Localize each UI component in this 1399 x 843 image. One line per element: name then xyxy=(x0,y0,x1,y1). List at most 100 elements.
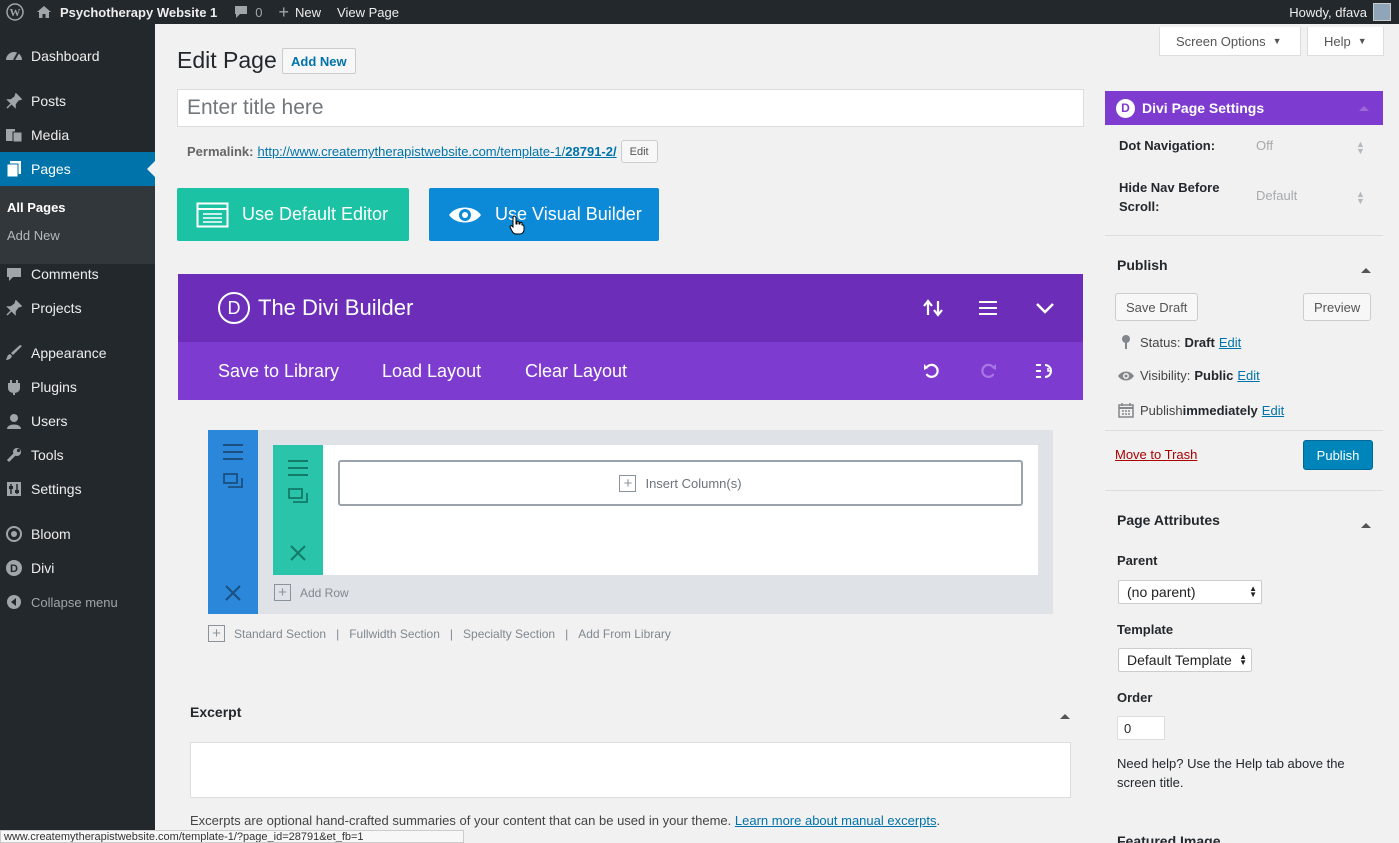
collapse-menu-button[interactable]: Collapse menu xyxy=(0,585,155,619)
row-menu-icon[interactable] xyxy=(288,460,308,479)
redo-icon[interactable] xyxy=(977,360,999,382)
sidebar-item-appearance[interactable]: Appearance xyxy=(0,336,155,370)
collapse-label: Collapse menu xyxy=(31,594,118,610)
add-new-page-button[interactable]: Add New xyxy=(282,48,356,74)
insert-columns-button[interactable]: + Insert Column(s) xyxy=(338,460,1023,506)
publish-date-edit-link[interactable]: Edit xyxy=(1262,403,1284,418)
sidebar-item-dashboard[interactable]: Dashboard xyxy=(0,39,155,73)
use-default-editor-button[interactable]: Use Default Editor xyxy=(177,188,409,241)
publish-heading: Publish xyxy=(1117,257,1168,273)
divi-icon: D xyxy=(4,558,24,578)
title-input[interactable]: Enter title here xyxy=(177,89,1084,127)
divider xyxy=(1105,490,1383,491)
new-content-link[interactable]: + New xyxy=(271,0,330,24)
help-button[interactable]: Help ▼ xyxy=(1307,27,1384,56)
sidebar-item-label: Media xyxy=(31,127,70,143)
sidebar-item-label: Comments xyxy=(31,266,99,282)
wrench-icon xyxy=(4,445,24,465)
collapse-arrow-icon[interactable] xyxy=(1060,708,1070,723)
sidebar-item-plugins[interactable]: Plugins xyxy=(0,370,155,404)
status-row: Status: Draft Edit xyxy=(1117,334,1241,350)
chevron-down-icon[interactable] xyxy=(1033,296,1057,320)
sidebar-item-projects[interactable]: Projects xyxy=(0,291,155,325)
excerpt-textarea[interactable] xyxy=(190,742,1071,798)
site-name-link[interactable]: Psychotherapy Website 1 xyxy=(28,0,225,24)
comments-link[interactable]: 0 xyxy=(225,0,270,24)
section-delete-icon[interactable] xyxy=(225,585,241,604)
brush-icon xyxy=(4,343,24,363)
add-row-button[interactable]: + Add Row xyxy=(274,584,349,601)
clear-layout-button[interactable]: Clear Layout xyxy=(525,361,627,382)
divi-page-settings-header[interactable]: D Divi Page Settings xyxy=(1105,91,1383,125)
fullwidth-section-link[interactable]: Fullwidth Section xyxy=(349,627,440,641)
view-page-link[interactable]: View Page xyxy=(329,0,407,24)
pages-submenu: All Pages Add New xyxy=(0,186,155,264)
save-to-library-button[interactable]: Save to Library xyxy=(218,361,339,382)
row-handle[interactable] xyxy=(273,445,323,575)
plus-icon: + xyxy=(208,625,225,642)
select-arrows-icon: ▲ ▼ xyxy=(1356,189,1365,206)
standard-section-link[interactable]: Standard Section xyxy=(234,627,326,641)
submenu-add-new[interactable]: Add New xyxy=(7,228,60,243)
permalink-base: http://www.createmytherapistwebsite.com/… xyxy=(257,144,566,159)
browser-status-bar: www.createmytherapistwebsite.com/templat… xyxy=(0,830,464,843)
save-draft-button[interactable]: Save Draft xyxy=(1115,293,1199,321)
permalink-link[interactable]: http://www.createmytherapistwebsite.com/… xyxy=(257,144,616,159)
caret-down-icon: ▼ xyxy=(1272,36,1282,46)
permalink-edit-button[interactable]: Edit xyxy=(620,140,658,163)
undo-icon[interactable] xyxy=(921,360,943,382)
preview-button[interactable]: Preview xyxy=(1303,293,1372,321)
pages-icon xyxy=(4,159,24,179)
sort-arrows-icon[interactable] xyxy=(921,296,945,320)
my-account-link[interactable]: Howdy, dfava xyxy=(1281,0,1399,24)
visibility-edit-link[interactable]: Edit xyxy=(1237,368,1259,383)
row-duplicate-icon[interactable] xyxy=(288,488,308,507)
svg-text:W: W xyxy=(10,7,21,19)
add-row-label: Add Row xyxy=(300,585,349,600)
collapse-arrow-icon xyxy=(4,592,24,612)
sidebar-item-divi[interactable]: D Divi xyxy=(0,551,155,585)
publish-label: Publish xyxy=(1140,402,1183,418)
divi-icon: D xyxy=(1116,98,1135,118)
section-duplicate-icon[interactable] xyxy=(223,473,243,492)
screen-options-button[interactable]: Screen Options ▼ xyxy=(1159,27,1301,56)
sidebar-item-posts[interactable]: Posts xyxy=(0,84,155,118)
status-edit-link[interactable]: Edit xyxy=(1219,335,1241,350)
sidebar-item-users[interactable]: Users xyxy=(0,404,155,438)
move-to-trash-link[interactable]: Move to Trash xyxy=(1115,447,1197,462)
section-menu-icon[interactable] xyxy=(223,444,243,463)
sidebar-item-label: Bloom xyxy=(31,526,71,542)
parent-select[interactable]: (no parent) ▲ ▼ xyxy=(1118,580,1262,604)
use-visual-builder-button[interactable]: Use Visual Builder xyxy=(429,188,659,241)
excerpt-note-text: Excerpts are optional hand-crafted summa… xyxy=(190,813,732,828)
new-label: New xyxy=(295,4,322,20)
section-handle[interactable] xyxy=(208,430,258,614)
add-from-library-link[interactable]: Add From Library xyxy=(578,627,671,641)
sidebar-item-tools[interactable]: Tools xyxy=(0,438,155,472)
collapse-arrow-icon xyxy=(1359,105,1369,112)
sidebar-item-label: Posts xyxy=(31,93,67,109)
hamburger-menu-icon[interactable] xyxy=(976,296,1000,320)
excerpt-learn-more-link[interactable]: Learn more about manual excerpts xyxy=(735,813,937,828)
submenu-all-pages[interactable]: All Pages xyxy=(7,200,66,215)
order-input[interactable]: 0 xyxy=(1117,716,1165,740)
sidebar-item-settings[interactable]: Settings xyxy=(0,472,155,506)
wordpress-logo-icon[interactable]: W xyxy=(2,0,28,24)
sidebar-item-bloom[interactable]: Bloom xyxy=(0,517,155,551)
sidebar-item-label: Projects xyxy=(31,300,82,316)
help-label: Help xyxy=(1324,33,1351,49)
dot-navigation-select[interactable]: Off xyxy=(1256,138,1273,153)
sidebar-item-comments[interactable]: Comments xyxy=(0,257,155,291)
specialty-section-link[interactable]: Specialty Section xyxy=(463,627,555,641)
history-icon[interactable] xyxy=(1033,360,1055,382)
site-name: Psychotherapy Website 1 xyxy=(60,4,218,20)
hide-nav-select[interactable]: Default xyxy=(1256,188,1297,203)
publish-button[interactable]: Publish xyxy=(1303,440,1373,470)
template-select[interactable]: Default Template ▲ ▼ xyxy=(1118,648,1252,672)
collapse-arrow-icon[interactable] xyxy=(1361,517,1371,532)
row-delete-icon[interactable] xyxy=(290,545,306,564)
load-layout-button[interactable]: Load Layout xyxy=(382,361,481,382)
sidebar-item-pages[interactable]: Pages xyxy=(0,152,155,186)
collapse-arrow-icon[interactable] xyxy=(1361,262,1371,277)
sidebar-item-media[interactable]: Media xyxy=(0,118,155,152)
